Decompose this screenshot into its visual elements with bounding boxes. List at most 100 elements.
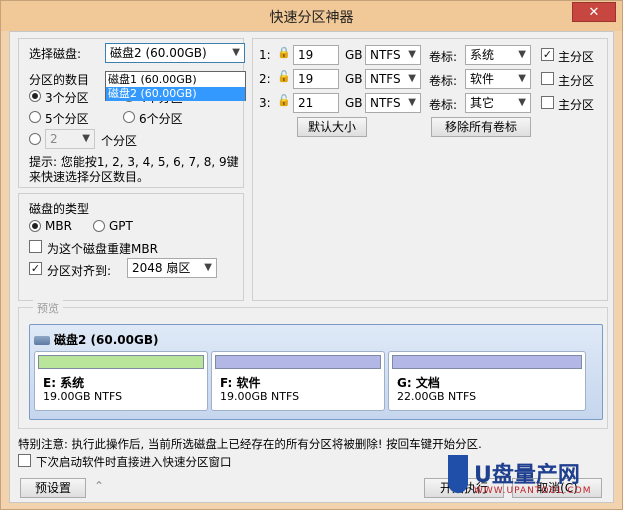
- partition-2-primary-checkbox[interactable]: [541, 72, 554, 85]
- radio-5-partitions[interactable]: [29, 111, 41, 123]
- partition-2-size-input[interactable]: 19: [293, 69, 339, 89]
- partition-1-primary-checkbox[interactable]: ✓: [541, 48, 554, 61]
- remove-labels-button[interactable]: 移除所有卷标: [431, 117, 531, 137]
- preview-disk-name: 磁盘2 (60.00GB): [54, 333, 159, 347]
- next-time-checkbox[interactable]: [18, 454, 31, 467]
- align-checkbox[interactable]: ✓: [29, 262, 42, 275]
- unlock-icon[interactable]: 🔓: [277, 71, 291, 83]
- partition-3-index: 3:: [259, 96, 271, 110]
- partition-3-fs-value: NTFS: [370, 96, 401, 110]
- partition-2-label-value: 软件: [470, 72, 495, 86]
- window-title: 快速分区神器: [269, 10, 354, 26]
- partition-3-unit: GB: [345, 96, 363, 110]
- preview-partition-e[interactable]: E: 系统 19.00GB NTFS: [34, 351, 208, 411]
- partition-3-label-value: 其它: [470, 96, 495, 110]
- disk-select[interactable]: 磁盘2 (60.00GB) ▼: [105, 43, 245, 63]
- lock-icon[interactable]: 🔒: [277, 47, 291, 59]
- preview-partition-e-bar: [38, 355, 204, 369]
- preview-partition-g[interactable]: G: 文档 22.00GB NTFS: [388, 351, 586, 411]
- next-time-label: 下次启动软件时直接进入快速分区窗口: [36, 455, 232, 469]
- radio-5-partitions-label: 5个分区: [45, 112, 89, 126]
- radio-6-partitions[interactable]: [123, 111, 135, 123]
- preview-partition-e-name: E: 系统: [43, 376, 85, 390]
- unlock-icon[interactable]: 🔓: [277, 95, 291, 107]
- partition-2-index: 2:: [259, 72, 271, 86]
- preview-partition-f[interactable]: F: 软件 19.00GB NTFS: [211, 351, 385, 411]
- rebuild-mbr-label: 为这个磁盘重建MBR: [47, 242, 158, 256]
- partition-1-label-value: 系统: [470, 48, 495, 62]
- chevron-down-icon: ▼: [408, 49, 416, 60]
- radio-custom-partitions[interactable]: [29, 133, 41, 145]
- preview-partition-f-info: 19.00GB NTFS: [220, 390, 300, 403]
- partition-2-label-caption: 卷标:: [429, 74, 458, 88]
- u-logo-icon: [448, 455, 468, 493]
- partition-3-primary-label: 主分区: [558, 98, 595, 112]
- custom-count-select[interactable]: 2 ▼: [45, 129, 95, 149]
- chevron-down-icon: ▼: [204, 262, 212, 273]
- radio-3-partitions-label: 3个分区: [45, 91, 89, 105]
- close-button[interactable]: ✕: [572, 2, 616, 22]
- align-label: 分区对齐到:: [47, 264, 112, 278]
- preview-legend: 预览: [33, 300, 63, 316]
- disk-option-1[interactable]: 磁盘1 (60.00GB): [106, 73, 245, 87]
- partition-1-fs-value: NTFS: [370, 48, 401, 62]
- watermark-url: WWW.UPANTOOL.COM: [474, 486, 592, 496]
- partition-1-label-caption: 卷标:: [429, 50, 458, 64]
- title-bar: 快速分区神器 ✕: [1, 1, 622, 31]
- preview-group: 预览 磁盘2 (60.00GB) E: 系统 19.00GB NTFS F: 软…: [18, 300, 608, 429]
- disk-select-dropdown: 磁盘1 (60.00GB) 磁盘2 (60.00GB): [105, 71, 246, 101]
- preset-button[interactable]: 预设置: [20, 478, 86, 498]
- custom-count-suffix: 个分区: [101, 134, 138, 148]
- partition-1-unit: GB: [345, 48, 363, 62]
- preview-partition-g-bar: [392, 355, 582, 369]
- chevron-down-icon: ▼: [518, 97, 526, 108]
- disk-select-label: 选择磁盘:: [29, 47, 82, 61]
- partition-3-label-caption: 卷标:: [429, 98, 458, 112]
- partition-2-primary-label: 主分区: [558, 74, 595, 88]
- disk-type-title: 磁盘的类型: [29, 202, 90, 216]
- tip-text: 提示: 您能按1, 2, 3, 4, 5, 6, 7, 8, 9键来快速选择分区…: [29, 155, 239, 184]
- partition-2-fs-select[interactable]: NTFS ▼: [365, 69, 421, 89]
- partition-count-label: 分区的数目: [29, 73, 90, 87]
- partition-1-fs-select[interactable]: NTFS ▼: [365, 45, 421, 65]
- partition-3-label-select[interactable]: 其它 ▼: [465, 93, 531, 113]
- radio-gpt-label: GPT: [109, 219, 133, 233]
- preview-disk-title: 磁盘2 (60.00GB): [34, 331, 158, 348]
- warning-text: 特别注意: 执行此操作后, 当前所选磁盘上已经存在的所有分区将被删除! 按回车键…: [18, 437, 482, 451]
- chevron-down-icon: ▼: [408, 73, 416, 84]
- partition-3-primary-checkbox[interactable]: [541, 96, 554, 109]
- partition-2-unit: GB: [345, 72, 363, 86]
- align-select[interactable]: 2048 扇区 ▼: [127, 258, 217, 278]
- disk-option-2[interactable]: 磁盘2 (60.00GB): [106, 87, 245, 101]
- client-area: 选择磁盘: 磁盘2 (60.00GB) ▼ 磁盘1 (60.00GB) 磁盘2 …: [9, 31, 614, 503]
- disk-type-panel: 磁盘的类型 MBR GPT 为这个磁盘重建MBR ✓ 分区对齐到: 2048 扇…: [18, 193, 244, 301]
- chevron-down-icon: ▼: [232, 47, 240, 58]
- disk-count-panel: 选择磁盘: 磁盘2 (60.00GB) ▼ 磁盘1 (60.00GB) 磁盘2 …: [18, 38, 246, 188]
- chevron-down-icon: ▼: [408, 97, 416, 108]
- radio-mbr-label: MBR: [45, 219, 72, 233]
- rebuild-mbr-checkbox[interactable]: [29, 240, 42, 253]
- partition-3-size-input[interactable]: 21: [293, 93, 339, 113]
- watermark-text: U盘量产网: [474, 463, 580, 488]
- radio-3-partitions[interactable]: [29, 90, 41, 102]
- preview-partition-g-info: 22.00GB NTFS: [397, 390, 477, 403]
- radio-6-partitions-label: 6个分区: [139, 112, 183, 126]
- align-select-value: 2048 扇区: [132, 261, 191, 275]
- hard-disk-icon: [34, 336, 50, 345]
- chevron-up-icon[interactable]: ⌃: [94, 479, 104, 493]
- default-size-button[interactable]: 默认大小: [297, 117, 367, 137]
- radio-mbr[interactable]: [29, 220, 41, 232]
- preview-partition-f-name: F: 软件: [220, 376, 261, 390]
- partition-2-fs-value: NTFS: [370, 72, 401, 86]
- partition-2-label-select[interactable]: 软件 ▼: [465, 69, 531, 89]
- preview-partition-g-name: G: 文档: [397, 376, 440, 390]
- preview-partition-f-bar: [215, 355, 381, 369]
- preview-partition-e-info: 19.00GB NTFS: [43, 390, 123, 403]
- radio-gpt[interactable]: [93, 220, 105, 232]
- site-watermark: U盘量产网 WWW.UPANTOOL.COM: [442, 455, 612, 501]
- app-window: 快速分区神器 ✕ 选择磁盘: 磁盘2 (60.00GB) ▼ 磁盘1 (60.0…: [0, 0, 623, 510]
- chevron-down-icon: ▼: [82, 133, 90, 144]
- partition-1-label-select[interactable]: 系统 ▼: [465, 45, 531, 65]
- partition-3-fs-select[interactable]: NTFS ▼: [365, 93, 421, 113]
- partition-1-size-input[interactable]: 19: [293, 45, 339, 65]
